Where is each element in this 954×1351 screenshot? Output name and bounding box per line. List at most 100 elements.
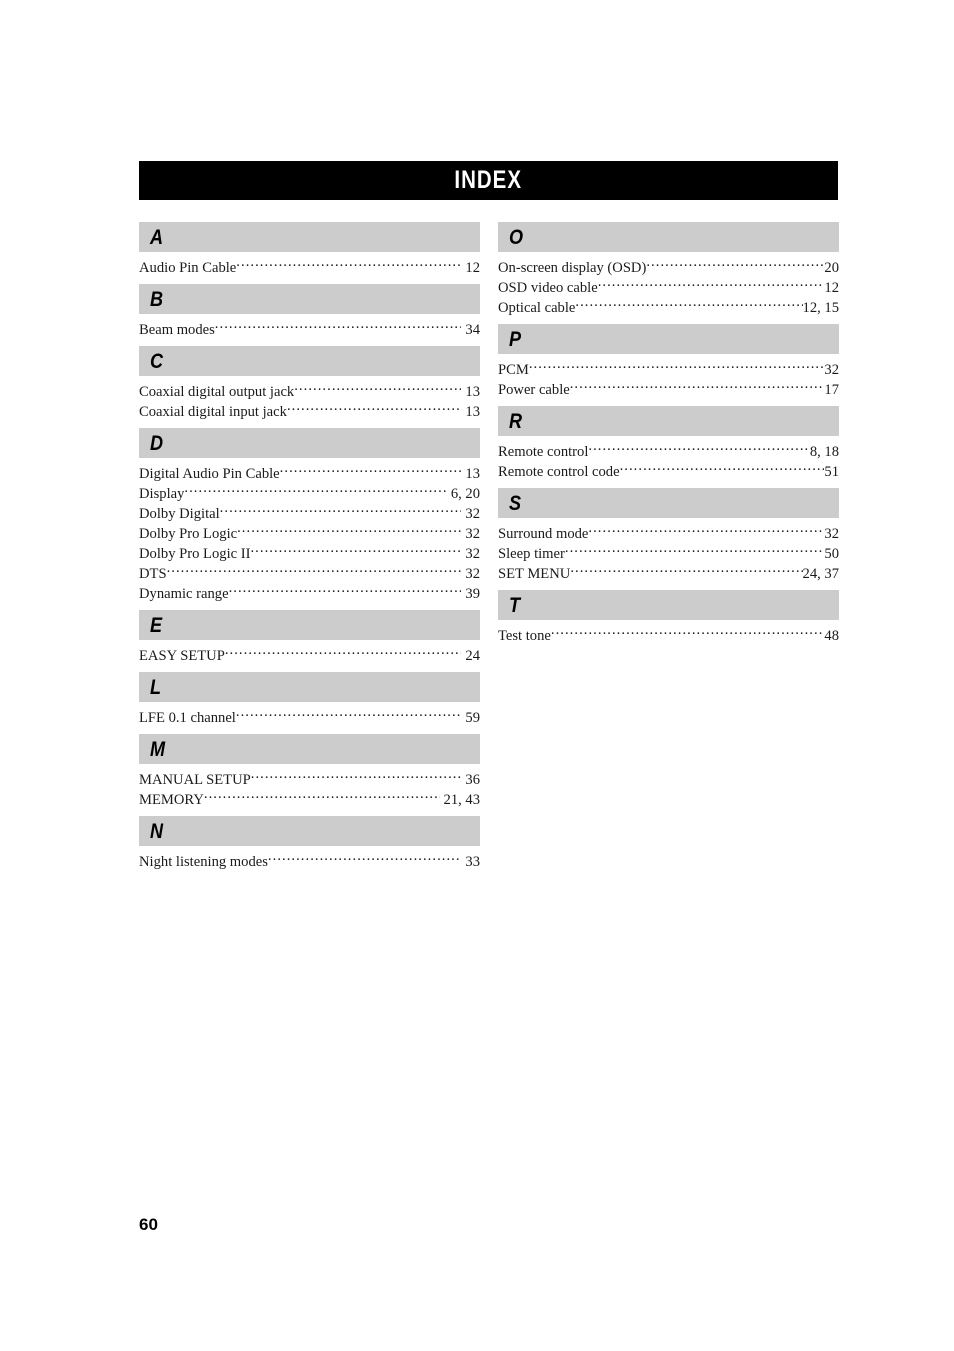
index-entry-label: Dolby Digital bbox=[139, 505, 220, 522]
index-entry-list: Beam modes 34 bbox=[139, 319, 480, 339]
index-entry-page-number: 32 bbox=[465, 545, 480, 562]
index-entry-label: DTS bbox=[139, 565, 167, 582]
index-entry[interactable]: Remote control code 51 bbox=[498, 461, 839, 481]
index-entry-label: Audio Pin Cable bbox=[139, 259, 237, 276]
index-entry-page-number: 39 bbox=[465, 585, 480, 602]
letter-heading-label: O bbox=[509, 225, 524, 249]
index-entry-page-number: 51 bbox=[824, 463, 839, 480]
index-entry[interactable]: Beam modes 34 bbox=[139, 319, 480, 339]
index-entry-page-number: 20 bbox=[824, 259, 839, 276]
index-entry[interactable]: EASY SETUP 24 bbox=[139, 645, 480, 665]
index-entry[interactable]: On-screen display (OSD) 20 bbox=[498, 257, 839, 277]
letter-heading-label: P bbox=[509, 327, 522, 351]
index-entry-list: LFE 0.1 channel 59 bbox=[139, 707, 480, 727]
index-entry-label: Optical cable bbox=[498, 299, 576, 316]
letter-heading-label: D bbox=[150, 431, 164, 455]
index-section-t: T Test tone 48 bbox=[498, 590, 839, 645]
index-entry[interactable]: Sleep timer 50 bbox=[498, 543, 839, 563]
index-section-d: DDigital Audio Pin Cable13Display6, 20Do… bbox=[139, 428, 480, 603]
dot-leader bbox=[294, 381, 461, 396]
index-entry-page-number: 50 bbox=[824, 545, 839, 562]
index-entry[interactable]: Audio Pin Cable 12 bbox=[139, 257, 480, 277]
index-column-right: OOn-screen display (OSD)20OSD video cabl… bbox=[498, 222, 839, 645]
letter-heading-label: B bbox=[150, 287, 164, 311]
index-entry[interactable]: Digital Audio Pin Cable 13 bbox=[139, 463, 480, 483]
index-banner: INDEX bbox=[139, 161, 838, 200]
index-entry-label: LFE 0.1 channel bbox=[139, 709, 236, 726]
dot-leader bbox=[220, 503, 462, 518]
index-entry-label: Remote control code bbox=[498, 463, 620, 480]
index-entry[interactable]: Coaxial digital input jack 13 bbox=[139, 401, 480, 421]
index-section-c: C Coaxial digital output jack13Coaxial di… bbox=[139, 346, 480, 421]
index-entry[interactable]: Power cable 17 bbox=[498, 379, 839, 399]
letter-heading-label: N bbox=[150, 819, 164, 843]
index-entry[interactable]: Optical cable 12, 15 bbox=[498, 297, 839, 317]
index-column-left: A Audio Pin Cable 12 B Beam modes 34 C Coaxial … bbox=[139, 222, 480, 871]
dot-leader bbox=[598, 277, 825, 292]
index-entry[interactable]: Remote control 8, 18 bbox=[498, 441, 839, 461]
index-entry-label: OSD video cable bbox=[498, 279, 598, 296]
dot-leader bbox=[565, 543, 825, 558]
index-entry-page-number: 12, 15 bbox=[802, 299, 839, 316]
index-entry[interactable]: MEMORY 21, 43 bbox=[139, 789, 480, 809]
index-entry-label: Test tone bbox=[498, 627, 551, 644]
index-entry[interactable]: DTS 32 bbox=[139, 563, 480, 583]
letter-heading-label: C bbox=[150, 349, 164, 373]
index-entry-label: PCM bbox=[498, 361, 529, 378]
letter-heading-bar: R bbox=[498, 406, 839, 436]
dot-leader bbox=[588, 523, 824, 538]
letter-heading-label: E bbox=[150, 613, 163, 637]
index-entry-list: Test tone 48 bbox=[498, 625, 839, 645]
dot-leader bbox=[575, 297, 802, 312]
index-section-o: OOn-screen display (OSD)20OSD video cabl… bbox=[498, 222, 839, 317]
index-entry[interactable]: Dolby Digital 32 bbox=[139, 503, 480, 523]
index-entry[interactable]: Display 6, 20 bbox=[139, 483, 480, 503]
index-entry-list: Night listening modes 33 bbox=[139, 851, 480, 871]
index-entry[interactable]: Coaxial digital output jack 13 bbox=[139, 381, 480, 401]
dot-leader bbox=[570, 379, 825, 394]
index-entry[interactable]: Dynamic range 39 bbox=[139, 583, 480, 603]
index-entry[interactable]: MANUAL SETUP 36 bbox=[139, 769, 480, 789]
letter-heading-label: L bbox=[150, 675, 162, 699]
index-entry[interactable]: LFE 0.1 channel 59 bbox=[139, 707, 480, 727]
index-section-n: N Night listening modes 33 bbox=[139, 816, 480, 871]
index-entry-page-number: 24, 37 bbox=[802, 565, 839, 582]
letter-heading-bar: C bbox=[139, 346, 480, 376]
letter-heading-label: R bbox=[509, 409, 523, 433]
dot-leader bbox=[167, 563, 462, 578]
letter-heading-label: M bbox=[150, 737, 166, 761]
index-entry[interactable]: Dolby Pro Logic 32 bbox=[139, 523, 480, 543]
index-section-e: E EASY SETUP 24 bbox=[139, 610, 480, 665]
index-entry[interactable]: Test tone 48 bbox=[498, 625, 839, 645]
dot-leader bbox=[620, 461, 825, 476]
dot-leader bbox=[529, 359, 825, 374]
index-entry-label: EASY SETUP bbox=[139, 647, 225, 664]
index-entry-list: Remote control 8, 18 Remote control code 51 bbox=[498, 441, 839, 481]
letter-heading-bar: T bbox=[498, 590, 839, 620]
dot-leader bbox=[570, 563, 802, 578]
index-entry[interactable]: OSD video cable 12 bbox=[498, 277, 839, 297]
index-entry[interactable]: Dolby Pro Logic II 32 bbox=[139, 543, 480, 563]
dot-leader bbox=[551, 625, 825, 640]
dot-leader bbox=[215, 319, 462, 334]
index-entry-label: Surround mode bbox=[498, 525, 589, 542]
letter-heading-bar: S bbox=[498, 488, 839, 518]
letter-heading-bar: M bbox=[139, 734, 480, 764]
letter-heading-bar: N bbox=[139, 816, 480, 846]
index-entry-list: PCM 32 Power cable 17 bbox=[498, 359, 839, 399]
letter-heading-bar: D bbox=[139, 428, 480, 458]
index-entry[interactable]: PCM 32 bbox=[498, 359, 839, 379]
dot-leader bbox=[287, 401, 461, 416]
letter-heading-bar: P bbox=[498, 324, 839, 354]
index-entry-label: MANUAL SETUP bbox=[139, 771, 251, 788]
letter-heading-bar: O bbox=[498, 222, 839, 252]
index-entry-page-number: 36 bbox=[465, 771, 480, 788]
dot-leader bbox=[646, 257, 824, 272]
index-entry[interactable]: SET MENU 24, 37 bbox=[498, 563, 839, 583]
index-entry[interactable]: Night listening modes 33 bbox=[139, 851, 480, 871]
index-entry-label: Dolby Pro Logic bbox=[139, 525, 238, 542]
index-entry[interactable]: Surround mode 32 bbox=[498, 523, 839, 543]
index-entry-list: MANUAL SETUP 36 MEMORY 21, 43 bbox=[139, 769, 480, 809]
index-entry-list: On-screen display (OSD)20OSD video cable… bbox=[498, 257, 839, 317]
dot-leader bbox=[250, 543, 461, 558]
